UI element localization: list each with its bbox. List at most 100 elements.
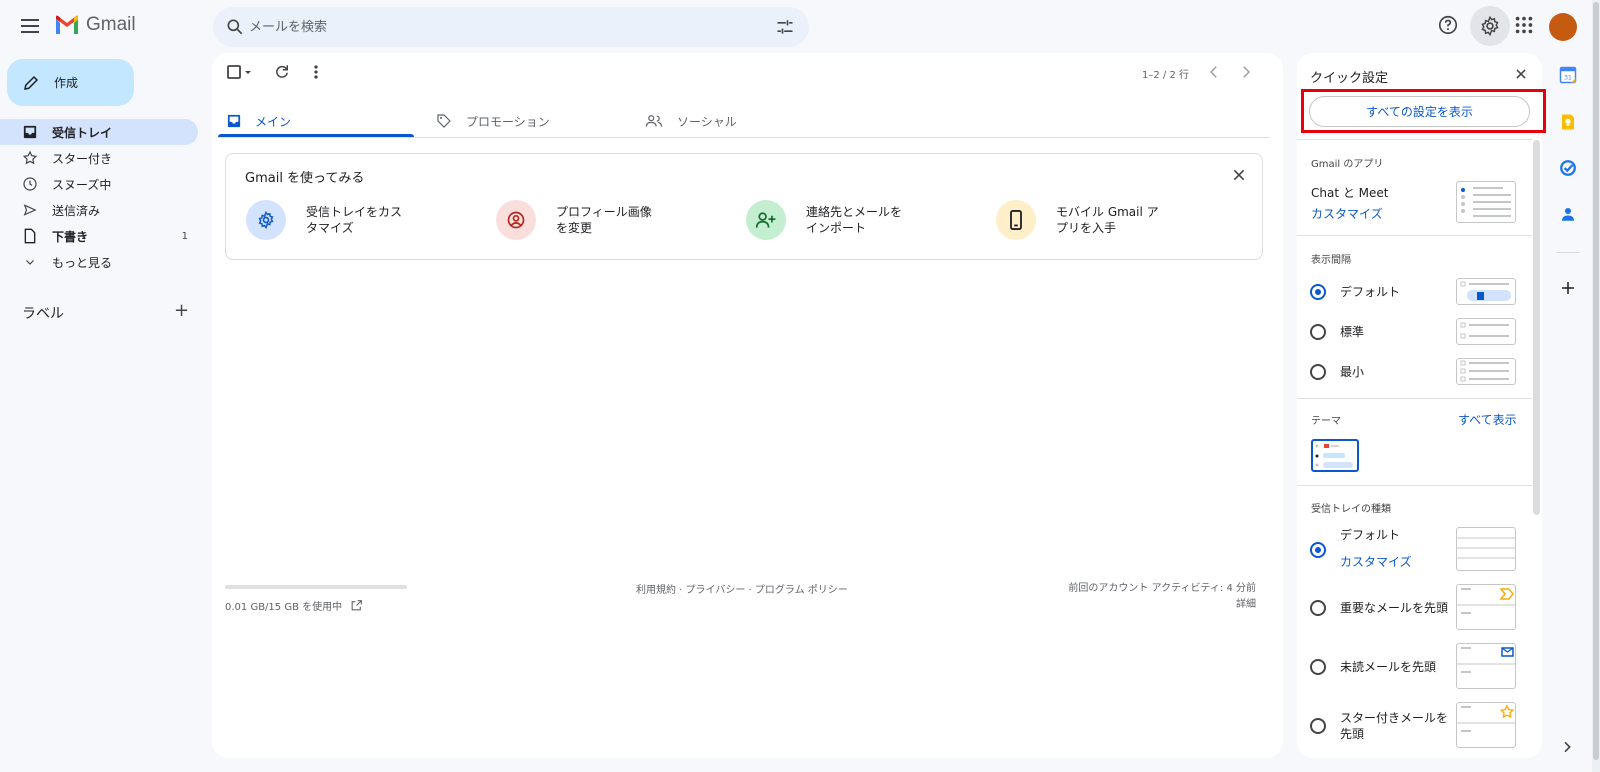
inbox-type-default-radio[interactable] xyxy=(1310,542,1326,558)
sidebar-item-sent[interactable]: 送信済み xyxy=(0,197,198,223)
search-input[interactable] xyxy=(249,7,769,47)
get-started-close-button[interactable] xyxy=(1231,167,1247,183)
hide-side-panel-button[interactable] xyxy=(1559,739,1579,759)
tabs-divider xyxy=(218,137,1270,138)
phone-icon xyxy=(1010,210,1022,230)
contacts-app-button[interactable] xyxy=(1559,205,1579,225)
calendar-icon: 31 xyxy=(1559,66,1577,84)
quick-settings-scrollbar[interactable] xyxy=(1533,140,1540,515)
gmail-logo[interactable]: Gmail xyxy=(54,14,136,36)
sidebar-item-label: 送信済み xyxy=(52,203,101,218)
account-avatar[interactable] xyxy=(1549,13,1577,41)
inbox-type-label: スター付きメールを xyxy=(1340,711,1449,725)
sidebar-item-starred[interactable]: スター付き xyxy=(0,145,198,171)
footer-links[interactable]: 利用規約 · プライバシー · プログラム ポリシー xyxy=(636,581,848,596)
refresh-button[interactable] xyxy=(273,62,291,82)
refresh-icon xyxy=(276,65,288,78)
gs-icon-circle xyxy=(996,200,1036,240)
sidebar-item-label: スヌーズ中 xyxy=(52,177,112,192)
tab-promotions[interactable]: プロモーション xyxy=(436,104,550,138)
chevron-right-icon xyxy=(1564,741,1571,753)
prev-page-button[interactable] xyxy=(1205,63,1223,81)
inbox-type-starred-radio[interactable] xyxy=(1310,718,1326,734)
clock-icon xyxy=(23,177,37,191)
page-scrollbar-thumb[interactable] xyxy=(1593,2,1599,760)
gs-text-line: インポート xyxy=(806,221,867,235)
sidebar-item-drafts[interactable]: 下書き 1 xyxy=(0,223,198,249)
qs-divider xyxy=(1297,235,1532,236)
storage-usage-text: 0.01 GB/15 GB を使用中 xyxy=(225,602,343,613)
tab-social[interactable]: ソーシャル xyxy=(645,104,737,138)
sidebar-item-inbox[interactable]: 受信トレイ xyxy=(0,119,198,145)
inbox-type-important-radio[interactable] xyxy=(1310,600,1326,616)
storage-usage[interactable]: 0.01 GB/15 GB を使用中 xyxy=(225,598,363,613)
help-button[interactable] xyxy=(1437,14,1461,38)
get-started-profile-image[interactable]: プロフィール画像 を変更 xyxy=(496,200,666,240)
main-menu-button[interactable] xyxy=(18,14,42,38)
chevron-left-icon xyxy=(1209,66,1217,78)
inbox-type-default-thumb xyxy=(1456,527,1516,571)
inbox-unread-preview xyxy=(1457,647,1515,673)
tasks-app-button[interactable] xyxy=(1559,159,1579,179)
pencil-icon xyxy=(24,75,39,90)
tab-label: メイン xyxy=(255,114,292,129)
density-section-title: 表示間隔 xyxy=(1311,255,1351,266)
add-label-button[interactable]: + xyxy=(174,302,189,320)
density-default-thumb xyxy=(1456,278,1516,305)
pagination-text: 1–2 / 2 行 xyxy=(1142,70,1189,81)
get-started-import-contacts[interactable]: 連絡先とメールを インポート xyxy=(746,200,916,240)
inbox-type-label-multiline: スター付きメールを 先頭 xyxy=(1340,710,1448,742)
sidebar-item-label: 下書き xyxy=(52,229,89,244)
sidebar-item-more[interactable]: もっと見る xyxy=(0,249,198,275)
get-started-title: Gmail を使ってみる xyxy=(245,171,365,186)
density-standard-radio[interactable] xyxy=(1310,324,1326,340)
theme-thumbnail[interactable] xyxy=(1311,439,1359,472)
density-default-radio[interactable] xyxy=(1310,284,1326,300)
density-compact-radio[interactable] xyxy=(1310,364,1326,380)
get-started-customize-inbox[interactable]: 受信トレイをカス タマイズ xyxy=(246,200,416,240)
calendar-app-button[interactable]: 31 xyxy=(1559,66,1579,86)
chevron-right-icon xyxy=(1243,66,1251,78)
inbox-type-unread-thumb xyxy=(1456,643,1516,689)
activity-details-link[interactable]: 詳細 xyxy=(1050,597,1256,613)
more-options-button[interactable] xyxy=(308,62,324,82)
next-page-button[interactable] xyxy=(1237,63,1255,81)
density-standard-thumb xyxy=(1456,318,1516,345)
activity-text: 前回のアカウント アクティビティ: 4 分前 xyxy=(1068,583,1256,594)
theme-view-all-link[interactable]: すべて表示 xyxy=(1458,411,1517,428)
gmail-m-icon xyxy=(56,15,78,34)
search-options-icon[interactable] xyxy=(775,17,795,37)
select-all-checkbox[interactable] xyxy=(226,62,256,82)
get-addons-button[interactable] xyxy=(1559,279,1579,299)
apps-customize-link[interactable]: カスタマイズ xyxy=(1311,205,1383,222)
inbox-icon xyxy=(23,125,37,139)
qs-divider xyxy=(1297,398,1532,399)
gear-icon xyxy=(258,210,274,230)
settings-button[interactable] xyxy=(1470,6,1510,46)
tab-label: プロモーション xyxy=(466,114,550,129)
search-bar[interactable] xyxy=(213,7,809,47)
inbox-default-preview xyxy=(1457,537,1515,559)
quick-settings-title: クイック設定 xyxy=(1310,71,1389,86)
gs-text-line: を変更 xyxy=(556,221,593,235)
quick-settings-close-button[interactable] xyxy=(1514,67,1528,81)
apps-button[interactable] xyxy=(1513,14,1537,38)
inbox-starred-preview xyxy=(1457,704,1515,732)
app-name: Gmail xyxy=(86,14,136,35)
tab-main[interactable]: メイン xyxy=(227,104,291,138)
get-started-mobile-app[interactable]: モバイル Gmail アプリを入手 xyxy=(996,200,1166,240)
tasks-icon xyxy=(1560,160,1576,176)
draft-icon xyxy=(24,228,36,244)
gs-icon-circle xyxy=(746,200,786,240)
apps-section-title: Gmail のアプリ xyxy=(1311,159,1384,170)
checkbox-dropdown-icon xyxy=(227,65,251,79)
inbox-type-label: デフォルト xyxy=(1340,528,1401,542)
theme-section-title: テーマ xyxy=(1311,416,1341,427)
svg-text:31: 31 xyxy=(1564,75,1572,82)
keep-app-button[interactable] xyxy=(1559,113,1579,133)
search-icon[interactable] xyxy=(225,17,245,37)
sidebar-item-snoozed[interactable]: スヌーズ中 xyxy=(0,171,198,197)
compose-button[interactable]: 作成 xyxy=(7,59,134,106)
inbox-type-unread-radio[interactable] xyxy=(1310,659,1326,675)
inbox-type-customize-link[interactable]: カスタマイズ xyxy=(1340,553,1412,570)
